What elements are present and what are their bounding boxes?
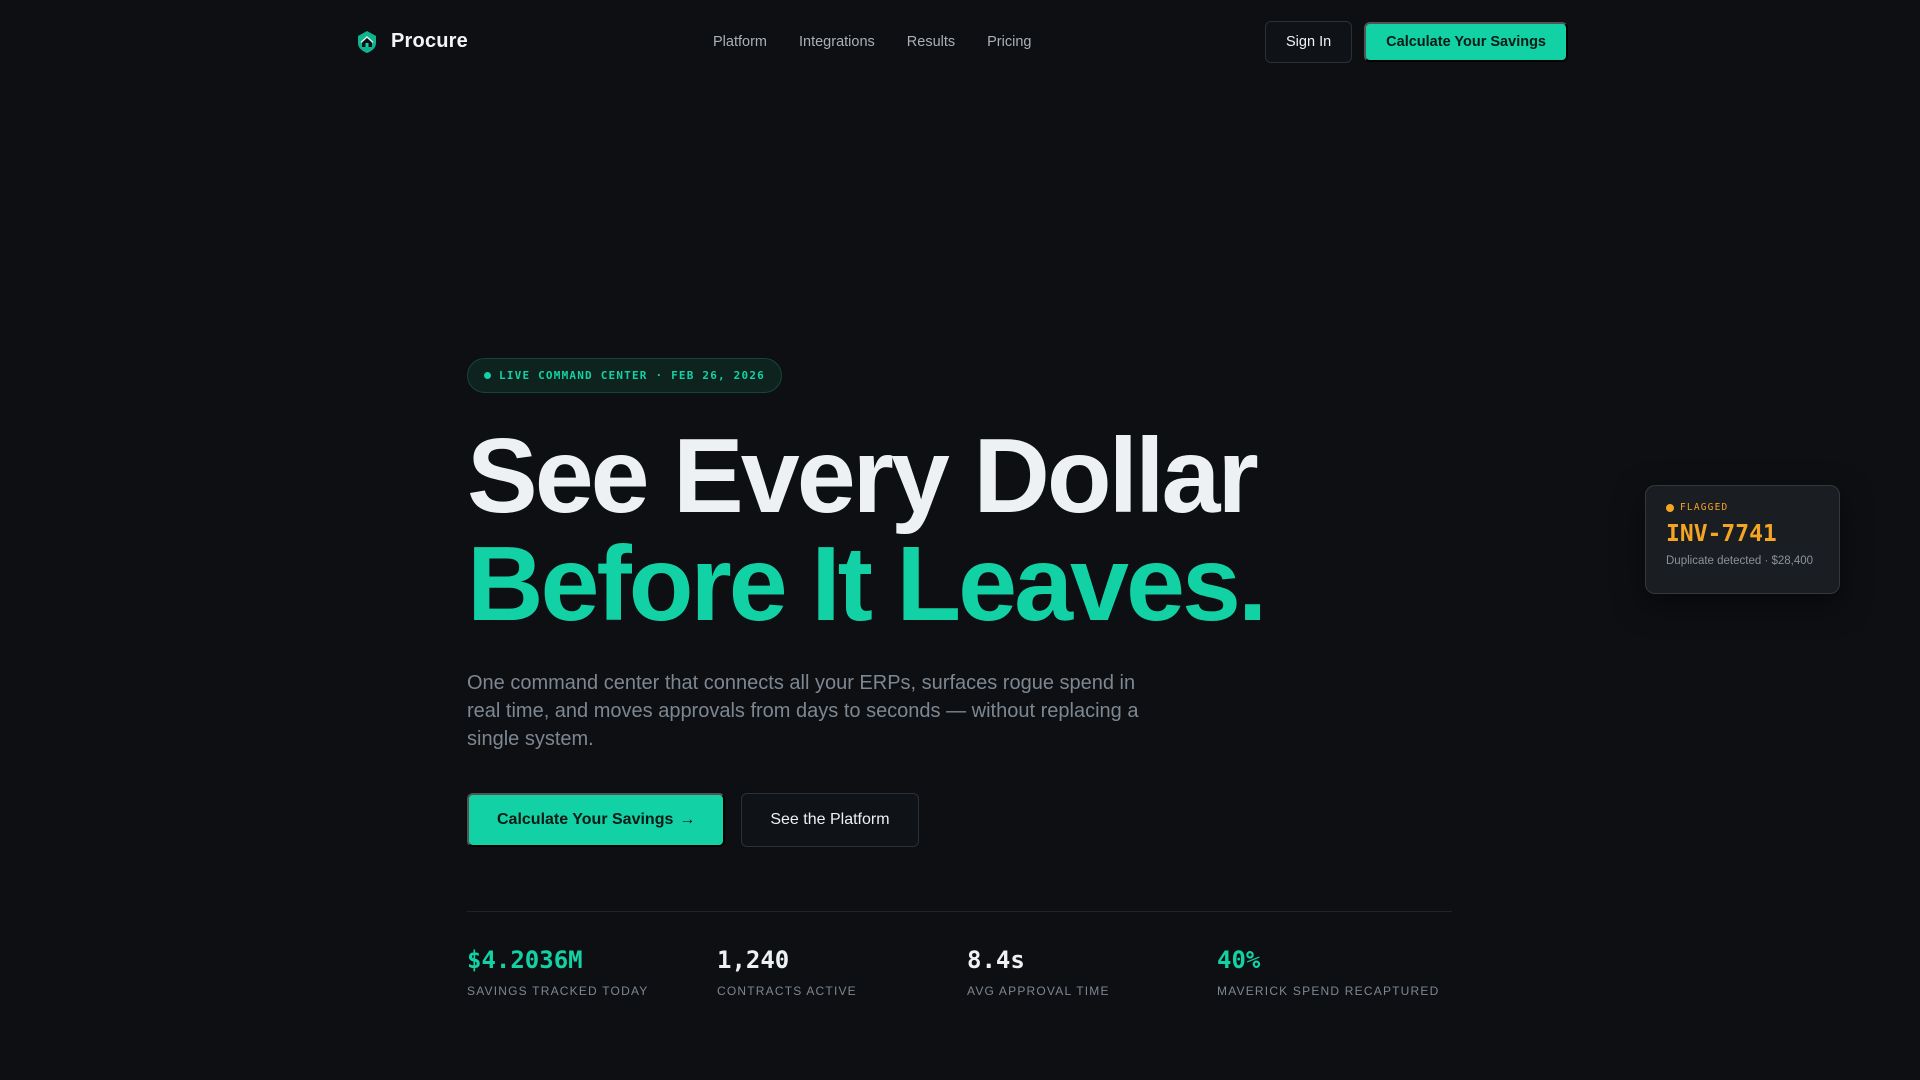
live-status-badge: LIVE COMMAND CENTER · FEB 26, 2026 <box>467 358 782 393</box>
headline-line-2: Before It Leaves. <box>467 525 1267 643</box>
stats-row: $4.2036M SAVINGS TRACKED TODAY 1,240 CON… <box>467 946 1467 998</box>
nav-link-pricing[interactable]: Pricing <box>987 34 1031 50</box>
arrow-right-icon: → <box>679 811 696 828</box>
live-status-text: LIVE COMMAND CENTER · FEB 26, 2026 <box>499 369 765 382</box>
hero-cta-row: Calculate Your Savings → See the Platfor… <box>467 793 1467 847</box>
stat-label: CONTRACTS ACTIVE <box>717 984 857 998</box>
calculate-savings-nav-button[interactable]: Calculate Your Savings <box>1364 21 1568 62</box>
flagged-invoice-card[interactable]: FLAGGED INV-7741 Duplicate detected · $2… <box>1645 485 1840 594</box>
hero-section: LIVE COMMAND CENTER · FEB 26, 2026 See E… <box>467 358 1467 998</box>
nav-link-integrations[interactable]: Integrations <box>799 34 875 50</box>
flag-note: Duplicate detected · $28,400 <box>1666 555 1814 567</box>
see-platform-button[interactable]: See the Platform <box>741 793 919 847</box>
stat-label: SAVINGS TRACKED TODAY <box>467 984 649 998</box>
nav-link-results[interactable]: Results <box>907 34 955 50</box>
calculate-savings-button[interactable]: Calculate Your Savings → <box>467 793 726 847</box>
brand-name: Procure <box>391 30 468 52</box>
top-nav: Procure Platform Integrations Results Pr… <box>355 20 1568 63</box>
stat-value: 1,240 <box>717 946 790 974</box>
headline-line-1: See Every Dollar <box>467 417 1259 535</box>
stats-divider <box>467 911 1452 912</box>
hero-headline: See Every Dollar Before It Leaves. <box>467 423 1467 637</box>
nav-links: Platform Integrations Results Pricing <box>713 20 1031 63</box>
stat-approval-time: 8.4s AVG APPROVAL TIME <box>967 946 1217 998</box>
stat-label: MAVERICK SPEND RECAPTURED <box>1217 984 1440 998</box>
house-shield-icon <box>355 30 379 54</box>
stat-value: 8.4s <box>967 946 1025 974</box>
hero-subcopy: One command center that connects all you… <box>467 672 1139 750</box>
invoice-id: INV-7741 <box>1666 521 1777 547</box>
stat-value: 40% <box>1217 946 1261 974</box>
landing-page: Procure Platform Integrations Results Pr… <box>0 0 1920 1080</box>
stat-label: AVG APPROVAL TIME <box>967 984 1110 998</box>
warning-dot-icon <box>1666 503 1674 512</box>
stat-value: $4.2036M <box>467 946 583 974</box>
nav-actions: Sign In Calculate Your Savings <box>1265 20 1568 63</box>
nav-link-platform[interactable]: Platform <box>713 34 767 50</box>
sign-in-button[interactable]: Sign In <box>1265 20 1353 63</box>
stat-maverick-spend: 40% MAVERICK SPEND RECAPTURED <box>1217 946 1467 998</box>
live-dot-icon <box>484 372 491 379</box>
flag-status: FLAGGED <box>1680 502 1729 513</box>
stat-contracts: 1,240 CONTRACTS ACTIVE <box>717 946 967 998</box>
stat-savings: $4.2036M SAVINGS TRACKED TODAY <box>467 946 717 998</box>
flag-header: FLAGGED <box>1666 502 1819 513</box>
calculate-savings-label: Calculate Your Savings <box>497 811 674 828</box>
brand[interactable]: Procure <box>355 30 468 54</box>
